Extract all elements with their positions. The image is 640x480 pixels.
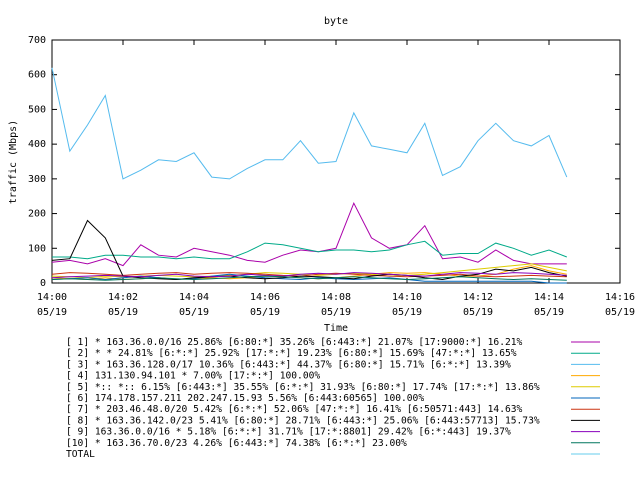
x-tick-label-time: 14:06 bbox=[250, 292, 280, 303]
x-tick-label-date: 05/19 bbox=[321, 307, 351, 318]
y-tick-label: 0 bbox=[40, 278, 46, 289]
y-tick-label: 400 bbox=[28, 139, 46, 150]
legend-entry-label: [ 5] *:: *:: 6.15% [6:443:*] 35.55% [6:*… bbox=[66, 382, 540, 393]
y-tick-label: 200 bbox=[28, 209, 46, 220]
x-axis-label: Time bbox=[324, 323, 348, 334]
legend-entry-label: [ 7] * 203.46.48.0/20 5.42% [6:*:*] 52.0… bbox=[66, 404, 523, 415]
series-line-2 bbox=[52, 240, 567, 260]
legend-entry-label: [ 9] 163.36.0.0/16 * 5.18% [6:*:*] 31.71… bbox=[66, 427, 511, 438]
legend-entry-label: [ 8] * 163.36.142.0/23 5.41% [6:80:*] 28… bbox=[66, 415, 540, 426]
legend-entry-label: [ 2] * * 24.81% [6:*:*] 25.92% [17:*:*] … bbox=[66, 348, 517, 359]
x-tick-label-time: 14:04 bbox=[179, 292, 209, 303]
series-line-3 bbox=[51, 67, 568, 180]
x-tick-label-date: 05/19 bbox=[37, 307, 67, 318]
y-tick-label: 100 bbox=[28, 243, 46, 254]
x-tick-label-date: 05/19 bbox=[108, 307, 138, 318]
x-tick-label-date: 05/19 bbox=[250, 307, 280, 318]
x-tick-label-time: 14:12 bbox=[463, 292, 493, 303]
chart-title: byte bbox=[324, 16, 348, 27]
chart: byte traffic (Mbps) Time 0 100 200 300 400 50… bbox=[8, 16, 635, 460]
y-tick-label: 500 bbox=[28, 104, 46, 115]
x-tick-label-time: 14:10 bbox=[392, 292, 422, 303]
x-tick-label-date: 05/19 bbox=[534, 307, 564, 318]
x-tick-label-date: 05/19 bbox=[392, 307, 422, 318]
legend-entry-label: [ 3] * 163.36.128.0/17 10.36% [6:443:*] … bbox=[66, 359, 511, 370]
y-tick-label: 300 bbox=[28, 174, 46, 185]
x-tick-label-time: 14:16 bbox=[605, 292, 635, 303]
legend-entry-label: TOTAL bbox=[66, 449, 95, 460]
x-tick-label-time: 14:08 bbox=[321, 292, 351, 303]
x-tick-label-time: 14:00 bbox=[37, 292, 67, 303]
x-tick-label-date: 05/19 bbox=[463, 307, 493, 318]
x-tick-label-date: 05/19 bbox=[605, 307, 635, 318]
y-tick-label: 700 bbox=[28, 35, 46, 46]
x-tick-label-time: 14:02 bbox=[108, 292, 138, 303]
legend-entry-label: [10] * 163.36.70.0/23 4.26% [6:443:*] 74… bbox=[66, 438, 407, 449]
legend-entry-label: [ 1] * 163.36.0.0/16 25.86% [6:80:*] 35.… bbox=[66, 337, 523, 348]
legend-entry-label: [ 6] 174.178.157.211 202.247.15.93 5.56%… bbox=[66, 393, 424, 404]
legend-entry-label: [ 4] 131.130.94.101 * 7.00% [17:*:*] 100… bbox=[66, 371, 320, 382]
x-tick-label-date: 05/19 bbox=[179, 307, 209, 318]
x-tick-label-time: 14:14 bbox=[534, 292, 564, 303]
y-tick-label: 600 bbox=[28, 70, 46, 81]
y-axis-label: traffic (Mbps) bbox=[8, 120, 19, 204]
